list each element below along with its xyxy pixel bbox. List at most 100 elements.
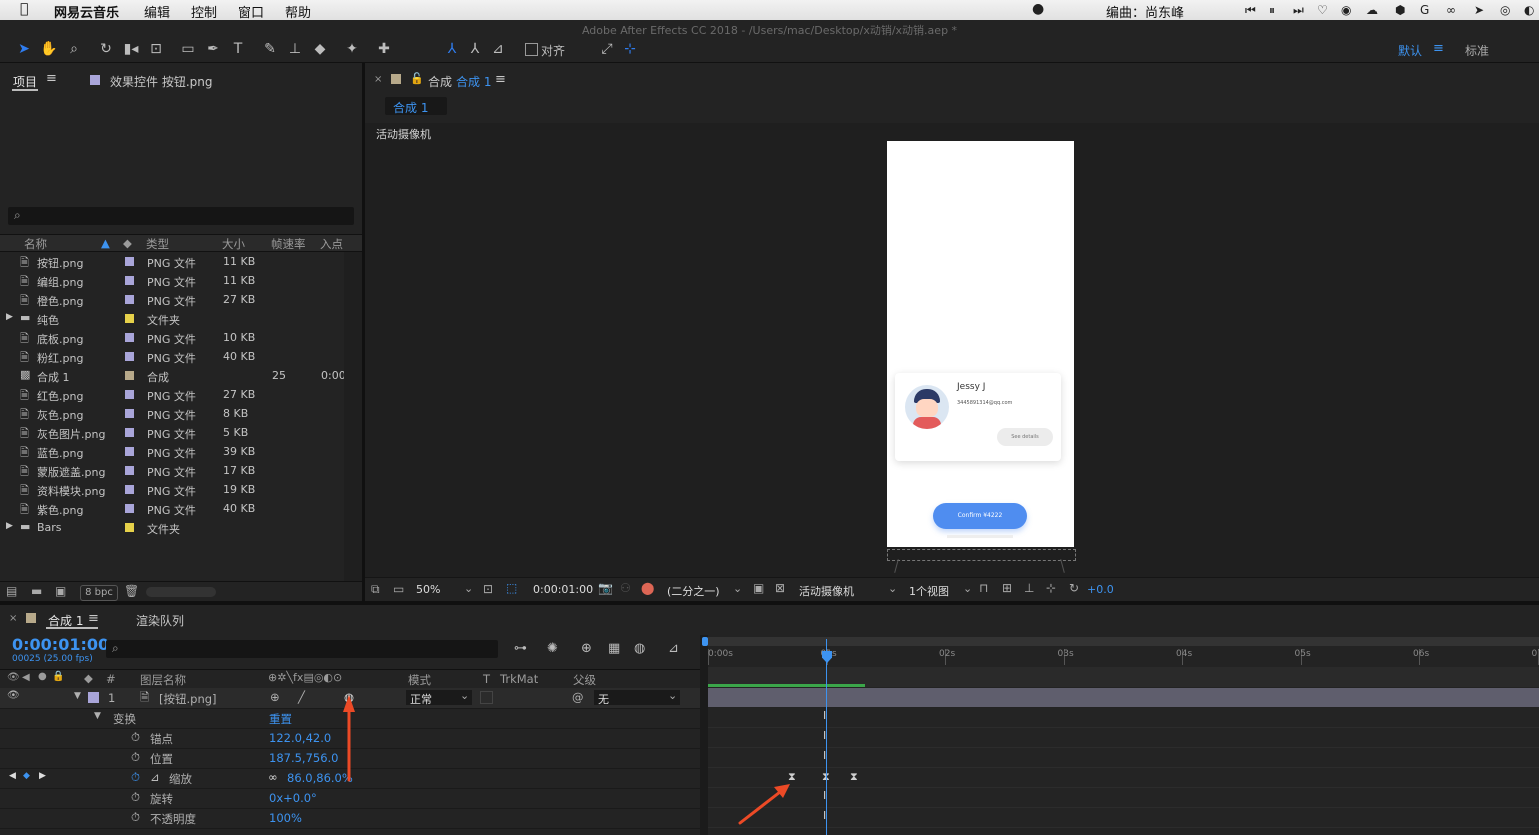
status-icon-2[interactable]: G	[1420, 3, 1429, 17]
property-track-row[interactable]	[708, 768, 1539, 788]
wechat-icon[interactable]: ☁	[1366, 3, 1378, 17]
lock-icon[interactable]: 🔓	[410, 72, 424, 85]
show-snapshot-icon[interactable]: ⚇	[620, 581, 631, 595]
transform-group-row[interactable]: ▼ 变换 重置	[0, 708, 700, 729]
stopwatch-icon[interactable]: ⏱	[131, 790, 140, 805]
view-axis-icon[interactable]: ⊿	[488, 40, 508, 58]
tab-render-queue[interactable]: 渲染队列	[136, 612, 184, 629]
netease-icon[interactable]: ◉	[1341, 3, 1351, 17]
col-name[interactable]: 名称	[24, 236, 47, 252]
next-keyframe-icon[interactable]: ▶	[39, 771, 46, 781]
pick-whip-icon[interactable]: @	[572, 690, 584, 704]
comp-tab-prefix[interactable]: 合成	[428, 73, 452, 90]
work-area-start-handle[interactable]	[702, 637, 708, 646]
zoom-tool-icon[interactable]: ⌕	[64, 40, 84, 58]
align-checkbox[interactable]	[525, 43, 538, 56]
item-label-swatch[interactable]	[125, 428, 134, 437]
resolution-select[interactable]: (二分之一) ⌄	[663, 581, 745, 599]
project-item-row[interactable]: 🗎 资料模块.png PNG 文件 19 KB	[4, 480, 343, 499]
twirl-down-icon[interactable]: ▼	[74, 691, 81, 701]
audio-icon[interactable]: ◀	[22, 672, 30, 683]
snap-icon[interactable]: ⤢	[597, 40, 617, 58]
status-icon-1[interactable]: ⬢	[1395, 3, 1405, 17]
camera-select[interactable]: 活动摄像机 ⌄	[795, 581, 900, 599]
previous-track-icon[interactable]: ⏮	[1245, 3, 1256, 18]
rectangle-tool-icon[interactable]: ▭	[178, 40, 198, 58]
current-timecode[interactable]: 0:00:01:00	[12, 635, 109, 654]
col-parent[interactable]: 父级	[573, 672, 596, 688]
interpret-footage-icon[interactable]: ▤	[6, 584, 17, 598]
project-item-row[interactable]: 🗎 粉红.png PNG 文件 40 KB	[4, 347, 343, 366]
apple-icon[interactable]: 	[20, 1, 28, 17]
rotate-tool-icon[interactable]: ↻	[96, 40, 116, 58]
property-value[interactable]: 100%	[269, 811, 302, 825]
draft-3d-icon[interactable]: ✺	[547, 641, 558, 656]
project-item-row[interactable]: 🗎 橙色.png PNG 文件 27 KB	[4, 290, 343, 309]
stopwatch-icon[interactable]: ⏱	[131, 810, 140, 825]
selection-tool-icon[interactable]: ➤	[14, 40, 34, 58]
item-label-swatch[interactable]	[125, 390, 134, 399]
preserve-transparency-checkbox[interactable]	[480, 691, 493, 704]
new-comp-icon[interactable]: ▣	[55, 584, 66, 598]
shy-switch-icon[interactable]: ⊕	[270, 690, 280, 704]
col-type[interactable]: 类型	[146, 236, 169, 252]
flowchart-icon[interactable]: ⊹	[1046, 581, 1056, 595]
col-mode[interactable]: 模式	[408, 672, 431, 688]
menu-window[interactable]: 窗口	[238, 2, 264, 21]
project-item-row[interactable]: ▶ ▬ Bars 文件夹	[4, 518, 343, 537]
layer-row[interactable]: 👁 ▼ 1 🗎 [按钮.png] ⊕ ╱ ◍ 正常 ⌄ @ 无 ⌄	[0, 688, 700, 709]
project-item-row[interactable]: 🗎 红色.png PNG 文件 27 KB	[4, 385, 343, 404]
comp-breadcrumb[interactable]: 合成 1	[385, 97, 447, 115]
project-item-row[interactable]: 🗎 紫色.png PNG 文件 40 KB	[4, 499, 343, 518]
hand-tool-icon[interactable]: ✋	[39, 40, 59, 58]
graph-editor-icon[interactable]: ⊿	[668, 641, 679, 656]
property-value[interactable]: 187.5,756.0	[269, 751, 339, 765]
project-item-row[interactable]: 🗎 底板.png PNG 文件 10 KB	[4, 328, 343, 347]
item-label-swatch[interactable]	[125, 466, 134, 475]
workspace-default[interactable]: 默认	[1398, 42, 1422, 59]
reset-exposure-icon[interactable]: ↻	[1069, 581, 1079, 595]
menu-help[interactable]: 帮助	[285, 2, 311, 21]
layer-color-swatch[interactable]	[88, 692, 99, 703]
motion-blur-icon[interactable]: ◍	[634, 641, 645, 656]
exposure-value[interactable]: +0.0	[1087, 583, 1114, 596]
menu-app-name[interactable]: 网易云音乐	[54, 2, 119, 21]
sort-arrow-icon[interactable]: ▲	[101, 236, 110, 250]
blend-mode-select[interactable]: 正常 ⌄	[406, 689, 472, 706]
project-item-row[interactable]: ▩ 合成 1 合成 25 0:00:	[4, 366, 349, 385]
composition-mini-flowchart-icon[interactable]: ⊶	[514, 641, 527, 656]
property-row[interactable]: ⏱ 位置 187.5,756.0	[0, 748, 700, 769]
local-axis-icon[interactable]: ⅄	[442, 40, 462, 58]
toggle-transparency-icon[interactable]: ⊠	[775, 581, 785, 595]
scale-keyframe-1[interactable]: ⧗	[788, 770, 796, 784]
label-tag-icon[interactable]: ◆	[84, 671, 93, 685]
view-layout-select[interactable]: 1个视图 ⌄	[905, 581, 975, 599]
project-item-row[interactable]: 🗎 编组.png PNG 文件 11 KB	[4, 271, 343, 290]
visibility-icon[interactable]: 👁	[7, 672, 20, 683]
scale-keyframe-3[interactable]: ⧗	[850, 770, 858, 784]
panel-menu-icon[interactable]: ≡	[88, 611, 99, 626]
motion-blur-switch-icon[interactable]: ◍	[344, 690, 354, 704]
close-tab-icon[interactable]: ×	[374, 74, 382, 85]
next-track-icon[interactable]: ⏭	[1293, 3, 1304, 18]
layer-bounding-box[interactable]	[887, 549, 1076, 561]
item-label-swatch[interactable]	[125, 485, 134, 494]
workspace-standard[interactable]: 标准	[1465, 42, 1489, 59]
property-row[interactable]: ⏱ 锚点 122.0,42.0	[0, 728, 700, 749]
shy-layers-icon[interactable]: ⊕	[581, 641, 592, 656]
current-time-indicator[interactable]	[826, 639, 827, 835]
item-label-swatch[interactable]	[125, 333, 134, 342]
parent-select[interactable]: 无 ⌄	[594, 689, 680, 706]
pen-tool-icon[interactable]: ✒	[203, 40, 223, 58]
pause-icon[interactable]: ⏸	[1269, 3, 1275, 18]
label-tag-icon[interactable]: ◆	[123, 236, 132, 250]
graph-icon[interactable]: ⊿	[150, 770, 160, 784]
workspace-menu-icon[interactable]: ≡	[1433, 41, 1444, 56]
lock-column-icon[interactable]: 🔒	[52, 671, 64, 682]
pan-behind-tool-icon[interactable]: ⊡	[146, 40, 166, 58]
horizontal-scrollbar[interactable]	[146, 587, 216, 597]
add-keyframe-icon[interactable]: ◆	[23, 771, 30, 781]
expand-arrow-icon[interactable]: ▶	[6, 521, 13, 531]
solo-icon[interactable]: ●	[38, 671, 47, 682]
project-item-row[interactable]: 🗎 蓝色.png PNG 文件 39 KB	[4, 442, 343, 461]
